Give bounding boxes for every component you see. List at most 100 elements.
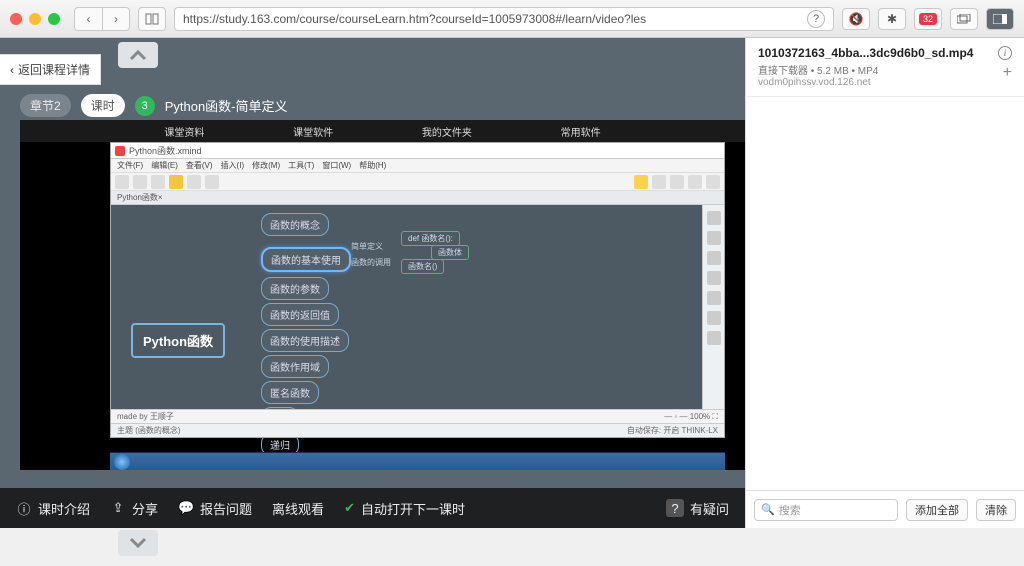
menu-item[interactable]: 编辑(E) xyxy=(151,160,178,171)
stage-tab[interactable]: 课堂资料 xyxy=(164,124,204,139)
add-all-button[interactable]: 添加全部 xyxy=(906,499,968,521)
mindmap-node[interactable]: 匿名函数 xyxy=(261,381,319,404)
download-host: vodm0pihssv.vod.126.net xyxy=(758,77,1012,88)
download-search-input[interactable]: 🔍搜索 xyxy=(754,499,898,521)
next-lesson-button[interactable] xyxy=(118,530,158,556)
xmind-menubar: 文件(F) 编辑(E) 查看(V) 插入(I) 修改(M) 工具(T) 窗口(W… xyxy=(111,159,724,173)
menu-item[interactable]: 窗口(W) xyxy=(322,160,351,171)
minimize-window-button[interactable] xyxy=(29,13,41,25)
side-tool-icon[interactable] xyxy=(707,271,721,285)
mindmap-node[interactable]: 函数的返回值 xyxy=(261,303,339,326)
xmind-side-toolbar xyxy=(702,205,724,409)
search-icon: 🔍 xyxy=(761,503,775,516)
back-to-course-button[interactable]: ‹ 返回课程详情 xyxy=(0,54,101,85)
check-icon: ✔ xyxy=(344,500,355,516)
mindmap-node[interactable]: 函数的使用描述 xyxy=(261,329,349,352)
download-meta: 直接下载器 • 5.2 MB • MP4 xyxy=(758,62,1012,77)
panel-toggle-button[interactable] xyxy=(986,8,1014,30)
add-download-button[interactable]: + xyxy=(1003,64,1012,82)
stage-tab[interactable]: 我的文件夹 xyxy=(422,124,472,139)
mindmap-canvas[interactable]: Python函数 函数的概念 函数的基本使用 函数的参数 函数的返回值 函数的使… xyxy=(111,205,702,409)
mindmap-subnode[interactable]: 函数体 xyxy=(431,245,469,260)
menu-item[interactable]: 工具(T) xyxy=(288,160,314,171)
status-right: 自动保存: 开启 THINK-LX xyxy=(627,425,718,436)
mute-button[interactable]: 🔇 xyxy=(842,8,870,30)
made-by-label: made by 王顺子 xyxy=(117,411,174,422)
start-button-icon[interactable] xyxy=(114,454,130,470)
autoplay-toggle[interactable]: ✔自动打开下一课时 xyxy=(344,499,465,518)
extension-badge[interactable]: 32 xyxy=(914,8,942,30)
side-tool-icon[interactable] xyxy=(707,291,721,305)
downloads-panel: i 1010372163_4bba...3dc9d6b0_sd.mp4 + 直接… xyxy=(745,38,1024,528)
xmind-status-bar: made by 王顺子 — ◦ — 100% ⛶ xyxy=(111,409,724,423)
theme-label: 主题 (函数的概念) xyxy=(117,425,181,436)
toolbar-icon[interactable] xyxy=(115,175,129,189)
menu-item[interactable]: 修改(M) xyxy=(252,160,280,171)
side-tool-icon[interactable] xyxy=(707,211,721,225)
toolbar-icon[interactable] xyxy=(688,175,702,189)
chapter-pill: 章节2 xyxy=(20,94,71,117)
side-tool-icon[interactable] xyxy=(707,331,721,345)
menu-item[interactable]: 查看(V) xyxy=(186,160,213,171)
mute-icon: 🔇 xyxy=(849,12,864,26)
tabs-button[interactable] xyxy=(950,8,978,30)
prev-lesson-button[interactable] xyxy=(118,42,158,68)
maximize-window-button[interactable] xyxy=(48,13,60,25)
info-icon[interactable]: i xyxy=(998,46,1012,60)
xmind-toolbar xyxy=(111,173,724,191)
mindmap-node[interactable]: 函数作用域 xyxy=(261,355,329,378)
stage-tabs: 课堂资料 课堂软件 我的文件夹 常用软件 xyxy=(20,120,745,142)
lesson-intro-button[interactable]: ⓘ课时介绍 xyxy=(16,499,90,518)
idea-icon[interactable] xyxy=(634,175,648,189)
browser-toolbar: ‹ › https://study.163.com/course/courseL… xyxy=(0,0,1024,38)
toolbar-icon[interactable] xyxy=(652,175,666,189)
mindmap-node[interactable]: 函数的参数 xyxy=(261,277,329,300)
offline-button[interactable]: 离线观看 xyxy=(272,499,324,518)
download-filename: 1010372163_4bba...3dc9d6b0_sd.mp4 xyxy=(758,46,998,60)
menu-item[interactable]: 插入(I) xyxy=(221,160,245,171)
help-icon[interactable]: ? xyxy=(807,10,825,28)
mindmap-root-node[interactable]: Python函数 xyxy=(131,323,225,358)
mindmap-subnode[interactable]: 函数名() xyxy=(401,259,444,274)
xmind-sheet-tab[interactable]: Python函数 × xyxy=(111,191,724,205)
toolbar-icon[interactable] xyxy=(706,175,720,189)
toolbar-icon[interactable] xyxy=(133,175,147,189)
info-icon: ⓘ xyxy=(16,500,32,516)
toolbar-icon[interactable] xyxy=(670,175,684,189)
clear-button[interactable]: 清除 xyxy=(976,499,1016,521)
address-bar[interactable]: https://study.163.com/course/courseLearn… xyxy=(174,7,834,31)
question-icon: ? xyxy=(666,499,684,517)
toolbar-icon[interactable] xyxy=(169,175,183,189)
stage-tab[interactable]: 常用软件 xyxy=(561,124,601,139)
side-tool-icon[interactable] xyxy=(707,251,721,265)
lesson-title: Python函数-简单定义 xyxy=(165,96,288,115)
windows-taskbar xyxy=(110,452,725,470)
mindmap-subnode[interactable]: 简单定义 xyxy=(351,241,383,252)
mindmap-node-selected[interactable]: 函数的基本使用 xyxy=(261,247,351,272)
menu-item[interactable]: 帮助(H) xyxy=(359,160,386,171)
menu-item[interactable]: 文件(F) xyxy=(117,160,143,171)
share-button[interactable]: ⇪分享 xyxy=(110,499,158,518)
settings-button[interactable]: ✱ xyxy=(878,8,906,30)
toolbar-icon[interactable] xyxy=(151,175,165,189)
back-button[interactable]: ‹ xyxy=(74,7,102,31)
toolbar-icon[interactable] xyxy=(205,175,219,189)
question-button[interactable]: ?有疑问 xyxy=(666,499,729,518)
chevron-down-icon xyxy=(129,537,147,549)
mindmap-subnode[interactable]: 函数的调用 xyxy=(351,257,391,268)
tabs-icon xyxy=(957,14,971,24)
toolbar-icon[interactable] xyxy=(187,175,201,189)
report-button[interactable]: 💬报告问题 xyxy=(178,499,252,518)
close-window-button[interactable] xyxy=(10,13,22,25)
panel-icon xyxy=(993,14,1007,24)
sidebar-button[interactable] xyxy=(138,7,166,31)
stage-tab[interactable]: 课堂软件 xyxy=(293,124,333,139)
lesson-breadcrumb: 章节2 课时 3 Python函数-简单定义 xyxy=(20,94,288,117)
mindmap-node[interactable]: 函数的概念 xyxy=(261,213,329,236)
side-tool-icon[interactable] xyxy=(707,231,721,245)
course-content-area: ‹ 返回课程详情 章节2 课时 3 Python函数-简单定义 课堂资料 课堂软… xyxy=(0,38,745,528)
forward-button[interactable]: › xyxy=(102,7,130,31)
side-tool-icon[interactable] xyxy=(707,311,721,325)
download-item[interactable]: i 1010372163_4bba...3dc9d6b0_sd.mp4 + 直接… xyxy=(746,38,1024,97)
mindmap-subnode[interactable]: def 函数名(): xyxy=(401,231,460,246)
